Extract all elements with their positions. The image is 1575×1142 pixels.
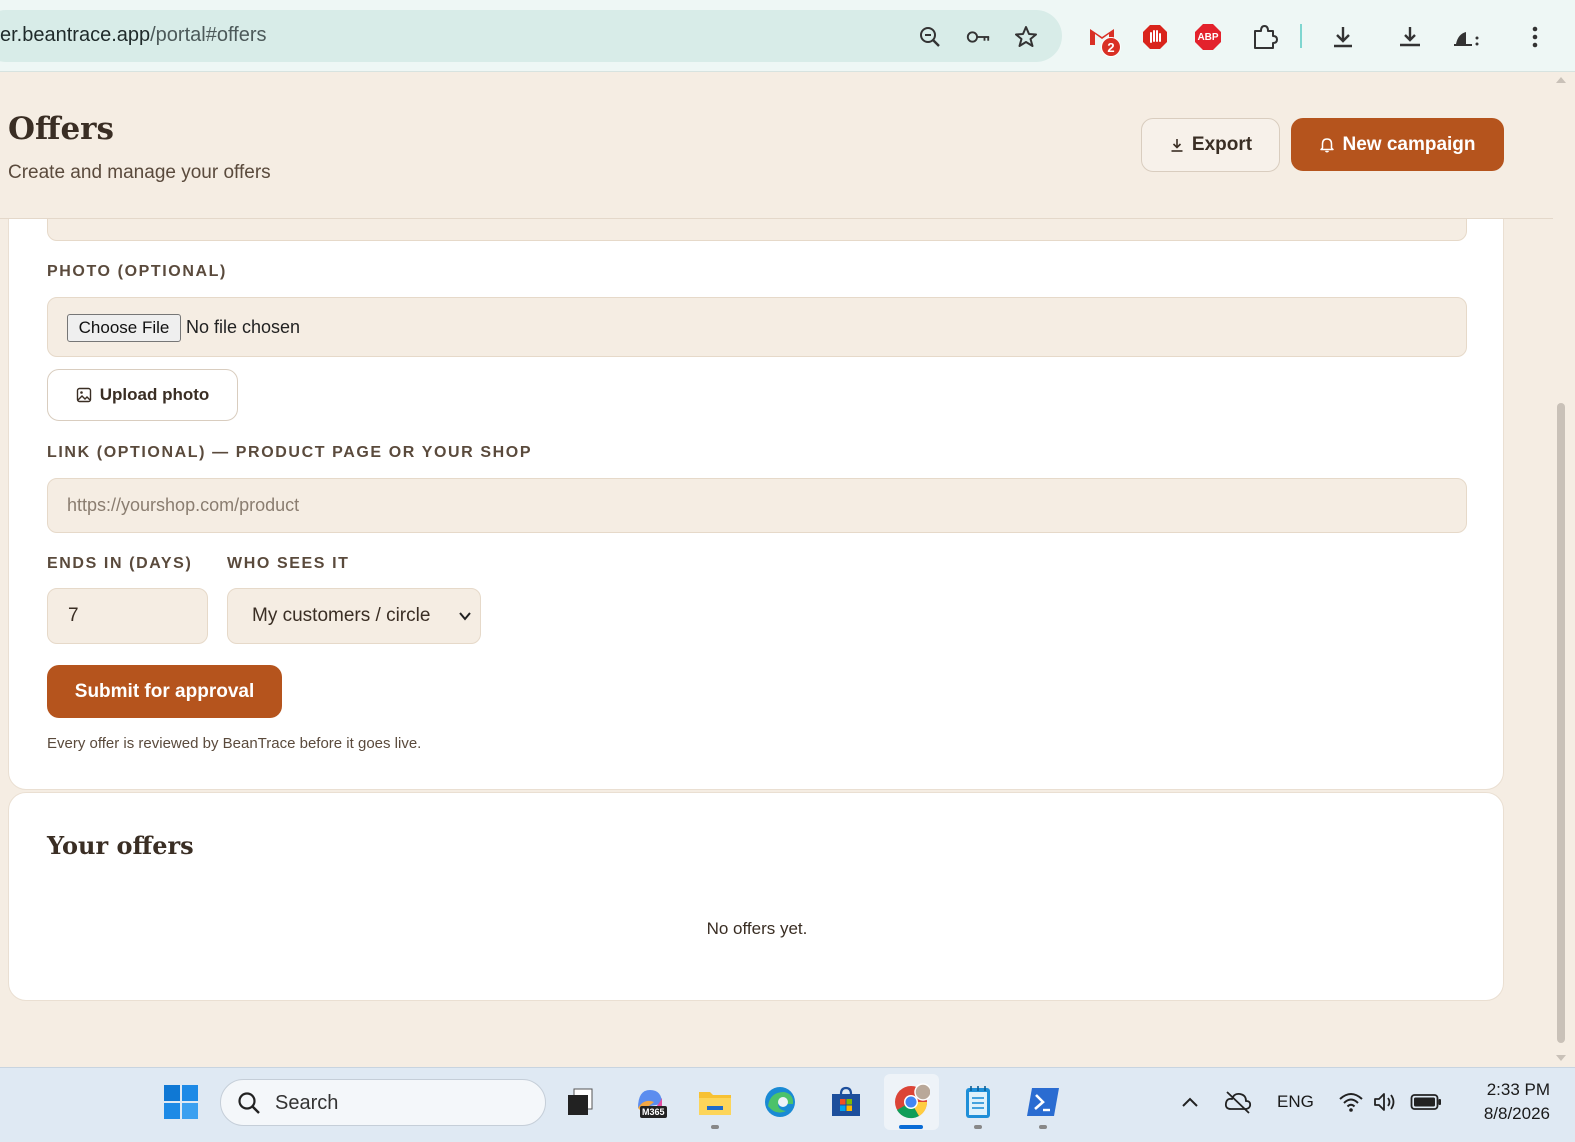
link-label: LINK (OPTIONAL) — PRODUCT PAGE OR YOUR S… <box>47 444 533 461</box>
toolbar-separator <box>1300 24 1302 48</box>
edge-browser-icon[interactable] <box>760 1082 800 1122</box>
zoom-icon[interactable] <box>917 24 943 50</box>
who-sees-it-label: WHO SEES IT <box>227 555 350 572</box>
powershell-icon[interactable] <box>1023 1082 1063 1122</box>
page-subtitle: Create and manage your offers <box>8 162 271 183</box>
image-icon <box>76 387 91 403</box>
page-title: Offers <box>8 111 114 147</box>
chevron-down-icon <box>459 612 471 621</box>
running-indicator <box>1039 1125 1047 1129</box>
photo-file-input[interactable]: Choose File No file chosen <box>47 297 1467 357</box>
no-file-text: No file chosen <box>186 317 301 337</box>
taskbar-search[interactable]: Search <box>220 1079 546 1126</box>
onedrive-offline-icon[interactable] <box>1218 1082 1258 1122</box>
ends-in-label: ENDS IN (DAYS) <box>47 555 193 572</box>
new-campaign-label: New campaign <box>1342 133 1476 155</box>
m365-copilot-icon[interactable]: M365 <box>630 1082 670 1122</box>
profile-avatar-icon[interactable] <box>1450 22 1480 52</box>
file-explorer-icon[interactable] <box>695 1082 735 1122</box>
offer-form-card: PHOTO (OPTIONAL) Choose File No file cho… <box>8 150 1504 790</box>
browser-menu-icon[interactable] <box>1520 22 1550 52</box>
upload-photo-label: Upload photo <box>99 385 210 404</box>
task-view-icon[interactable] <box>560 1082 600 1122</box>
scroll-down-arrow-icon[interactable] <box>1556 1055 1566 1061</box>
adblock-extension-icon[interactable]: ABP <box>1193 22 1223 52</box>
upload-photo-button[interactable]: Upload photo <box>47 369 238 421</box>
your-offers-title: Your offers <box>47 831 194 860</box>
m365-label: M365 <box>640 1106 667 1118</box>
stop-hand-extension-icon[interactable] <box>1140 22 1170 52</box>
who-sees-it-value: My customers / circle <box>252 605 431 626</box>
notepad-icon[interactable] <box>958 1082 998 1122</box>
review-note: Every offer is reviewed by BeanTrace bef… <box>47 735 422 752</box>
clock-date: 8/8/2026 <box>1483 1104 1550 1123</box>
chrome-browser-icon[interactable] <box>891 1082 931 1122</box>
microsoft-store-icon[interactable] <box>826 1082 866 1122</box>
volume-icon[interactable] <box>1365 1082 1405 1122</box>
search-icon <box>238 1092 260 1114</box>
gmail-badge: 2 <box>1101 37 1121 57</box>
adblock-label: ABP <box>1197 31 1219 43</box>
clock-time: 2:33 PM <box>1486 1080 1550 1099</box>
language-indicator[interactable]: ENG <box>1277 1092 1314 1112</box>
battery-icon[interactable] <box>1406 1082 1446 1122</box>
taskbar: Search M365 ENG 2:33 PM 8/8/2026 <box>0 1067 1575 1142</box>
url-host: er.beantrace.app <box>0 24 151 46</box>
key-icon[interactable] <box>965 24 991 50</box>
choose-file-button[interactable]: Choose File <box>67 314 181 342</box>
scroll-up-arrow-icon[interactable] <box>1556 77 1566 83</box>
export-button[interactable]: Export <box>1141 118 1280 172</box>
gmail-extension-icon[interactable]: 2 <box>1087 22 1121 57</box>
browser-toolbar: er.beantrace.app/portal#offers 2 ABP <box>0 0 1575 72</box>
active-app-indicator <box>899 1125 923 1129</box>
show-hidden-icons-chevron-up-icon[interactable] <box>1170 1082 1210 1122</box>
ends-in-days-input[interactable]: 7 <box>47 588 208 644</box>
url-path: /portal#offers <box>150 24 267 46</box>
extensions-puzzle-icon[interactable] <box>1249 22 1279 52</box>
search-placeholder: Search <box>275 1092 339 1114</box>
page-scrollbar[interactable] <box>1553 73 1575 1067</box>
submit-for-approval-button[interactable]: Submit for approval <box>47 665 282 718</box>
photo-label: PHOTO (OPTIONAL) <box>47 263 227 280</box>
download-progress-icon[interactable] <box>1395 22 1425 52</box>
address-bar[interactable]: er.beantrace.app/portal#offers <box>0 10 1062 62</box>
running-indicator <box>711 1125 719 1129</box>
who-sees-it-select[interactable]: My customers / circle <box>227 588 481 644</box>
bell-icon <box>1320 137 1335 152</box>
new-campaign-button[interactable]: New campaign <box>1291 118 1504 171</box>
system-clock[interactable]: 2:33 PM 8/8/2026 <box>1460 1078 1550 1126</box>
export-label: Export <box>1191 134 1253 155</box>
windows-start-icon[interactable] <box>161 1082 201 1122</box>
download-icon <box>1171 139 1183 152</box>
scroll-thumb[interactable] <box>1557 403 1565 1043</box>
running-indicator <box>974 1125 982 1129</box>
download-icon[interactable] <box>1328 22 1358 52</box>
bookmark-star-icon[interactable] <box>1013 24 1039 50</box>
page-header: Offers Create and manage your offers Exp… <box>0 73 1553 219</box>
empty-state-text: No offers yet. <box>706 919 808 938</box>
your-offers-card: Your offers No offers yet. <box>8 792 1504 1001</box>
link-input[interactable]: https://yourshop.com/product <box>47 478 1467 533</box>
url-text[interactable]: er.beantrace.app/portal#offers <box>0 24 267 47</box>
